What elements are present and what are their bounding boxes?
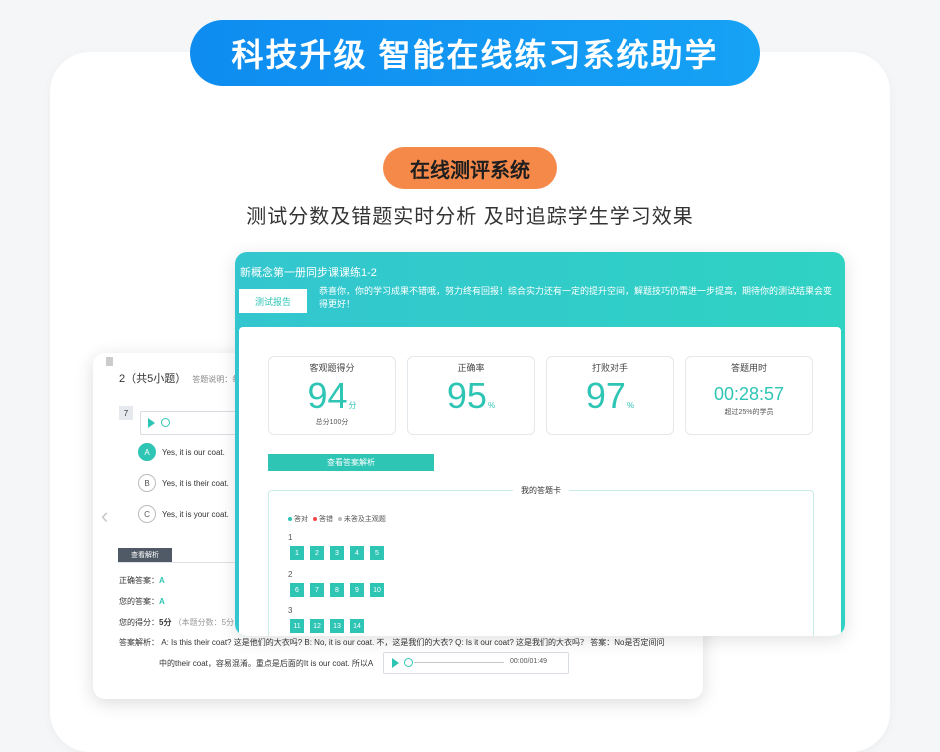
tab-test-report[interactable]: 测试报告 [239,289,307,313]
section-pill: 在线测评系统 [383,147,557,189]
answer-square[interactable]: 8 [330,583,344,597]
score-row: 您的得分：5分 （本题分数：5分 [119,617,234,628]
score-label: 您的得分： [119,618,159,627]
answer-square[interactable]: 6 [290,583,304,597]
stat-value: 95% [446,375,496,416]
score-value: 5分 [159,618,172,627]
stat-sub: 超过25%的学员 [724,409,774,416]
answer-square[interactable]: 3 [330,546,344,560]
encouragement-message: 恭喜你，你的学习成果不错哦，努力终有回报！综合实力还有一定的提升空间，解题技巧仍… [319,286,833,309]
stat-time-used: 答题用时 00:28:57 超过25%的学员 [685,356,813,435]
view-answer-analysis-button[interactable]: 查看答案解析 [268,454,434,471]
answer-square[interactable]: 12 [310,619,324,633]
your-answer-value: A [159,597,165,606]
answer-square[interactable]: 5 [370,546,384,560]
stat-accuracy: 正确率 95% [407,356,535,435]
group-label: 2 [288,570,293,579]
stat-objective-score: 客观题得分 94分 总分100分 [268,356,396,435]
your-answer-label: 您的答案： [119,597,159,606]
course-title: 新概念第一册同步课课练1-2 [240,267,377,279]
audio-progress-track[interactable] [414,662,504,663]
view-analysis-tab[interactable]: 查看解析 [118,548,172,562]
answer-square[interactable]: 9 [350,583,364,597]
answer-square[interactable]: 7 [310,583,324,597]
option-a-text: Yes, it is our coat. [162,447,225,457]
answer-square[interactable]: 13 [330,619,344,633]
correct-answer-value: A [159,576,165,585]
explanation-line-1: A: Is this their coat? 这是他们的大衣吗? B: No, … [161,638,665,647]
group-label: 3 [288,606,293,615]
explanation-row: 答案解析： A: Is this their coat? 这是他们的大衣吗? B… [119,637,664,648]
stat-value: 00:28:57 [713,384,785,404]
answer-square[interactable]: 1 [290,546,304,560]
option-c[interactable]: C Yes, it is your coat. [138,505,229,523]
audio-progress-knob[interactable] [161,418,170,427]
question-count: 2（共5小题） [119,373,187,385]
score-note: （本题分数：5分 [173,618,235,627]
answer-square[interactable]: 2 [310,546,324,560]
section-subtitle: 测试分数及错题实时分析 及时追踪学生学习效果 [246,206,694,228]
question-header: 2（共5小题） 答题说明：每题 [119,370,248,386]
previous-arrow-icon[interactable]: ‹ [101,503,108,529]
your-answer-row: 您的答案：A [119,596,165,607]
play-icon[interactable] [392,658,399,668]
group-label: 1 [288,533,293,542]
correct-answer-label: 正确答案： [119,576,159,585]
option-b-letter: B [138,474,156,492]
report-body: 客观题得分 94分 总分100分 正确率 95% 打败对手 97% 答题用时 0… [239,327,841,636]
headline-banner: 科技升级 智能在线练习系统助学 [190,20,760,86]
answer-square[interactable]: 10 [370,583,384,597]
option-b[interactable]: B Yes, it is their coat. [138,474,229,492]
stat-value: 97% [585,375,635,416]
stat-label: 客观题得分 [309,363,355,373]
option-a[interactable]: A Yes, it is our coat. [138,443,225,461]
answer-square[interactable]: 11 [290,619,304,633]
option-c-letter: C [138,505,156,523]
stat-label: 答题用时 [730,363,767,373]
stat-beat-opponents: 打败对手 97% [546,356,674,435]
option-c-text: Yes, it is your coat. [162,509,229,519]
option-a-letter: A [138,443,156,461]
stat-value: 94分 [307,375,357,416]
answer-card-title: 我的答题卡 [269,485,813,496]
play-icon[interactable] [148,418,155,428]
bookmark-icon [106,357,113,366]
answer-square[interactable]: 4 [350,546,364,560]
answer-card: 我的答题卡 答对 答错 未答及主观题 1 1 2 3 4 5 2 6 7 8 9… [268,486,814,636]
answer-square[interactable]: 14 [350,619,364,633]
question-number: 7 [119,406,133,420]
option-b-text: Yes, it is their coat. [162,478,229,488]
explanation-audio-player[interactable]: 00:00/01:49 [383,652,569,674]
audio-progress-knob[interactable] [404,658,413,667]
explanation-label: 答案解析： [119,638,159,647]
stat-label: 打败对手 [591,363,628,373]
correct-answer-row: 正确答案：A [119,575,165,586]
explanation-line-2: 中的their coat，容易混淆。重点是后面的It is our coat. … [159,659,374,668]
stat-label: 正确率 [457,363,485,373]
stat-sub: 总分100分 [315,419,349,426]
test-report-panel: 新概念第一册同步课课练1-2 测试报告 恭喜你，你的学习成果不错哦，努力终有回报… [235,252,845,636]
audio-time: 00:00/01:49 [510,658,547,665]
answer-legend: 答对 答错 未答及主观题 [288,514,386,524]
